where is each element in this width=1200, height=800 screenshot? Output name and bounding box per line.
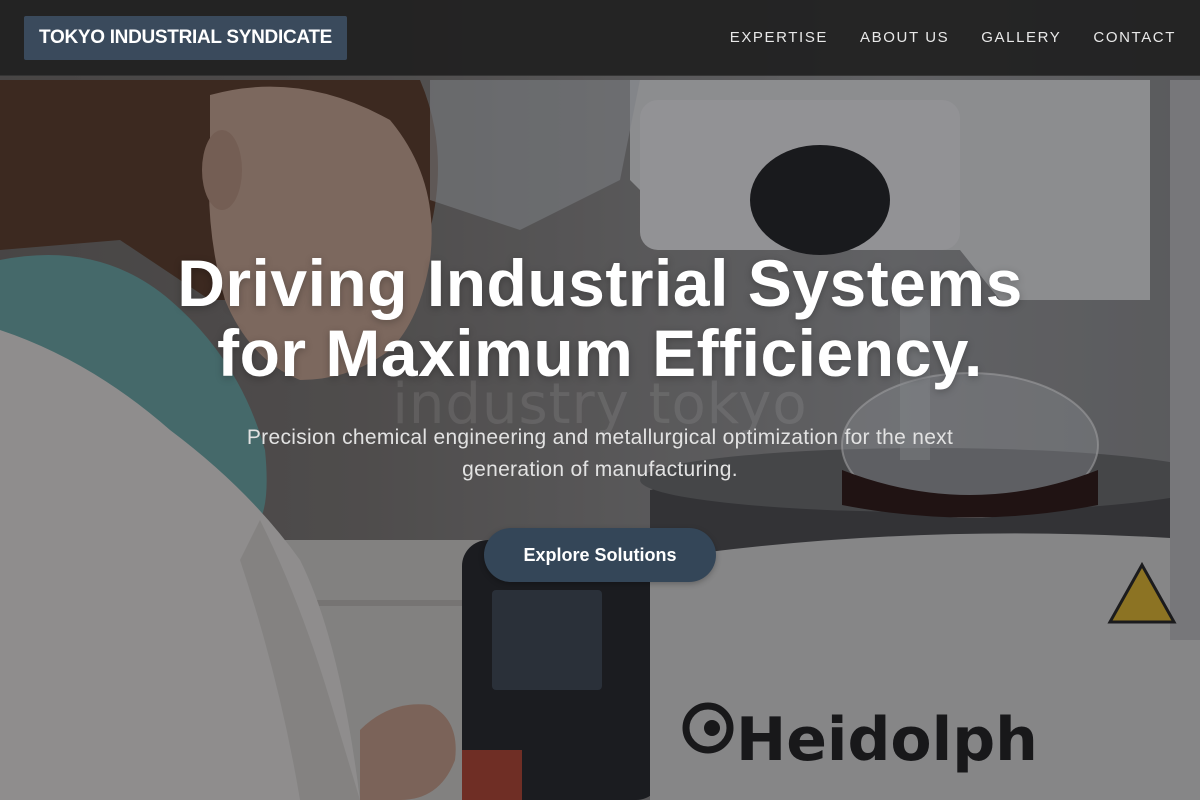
top-navbar: TOKYO INDUSTRIAL SYNDICATE EXPERTISE ABO… [0, 0, 1200, 76]
hero-subtitle: Precision chemical engineering and metal… [246, 426, 954, 481]
nav-link-contact[interactable]: CONTACT [1093, 29, 1176, 46]
hero-title-line-2: for Maximum Efficiency. [217, 316, 983, 390]
brand-logo-link[interactable]: TOKYO INDUSTRIAL SYNDICATE [24, 15, 348, 60]
hero-title-line-1: Driving Industrial Systems [177, 246, 1023, 320]
hero-title: Driving Industrial Systems for Maximum E… [0, 248, 1200, 388]
nav-link-expertise[interactable]: EXPERTISE [730, 29, 828, 46]
nav-links: EXPERTISE ABOUT US GALLERY CONTACT [698, 29, 1176, 46]
explore-solutions-button[interactable]: Explore Solutions [484, 528, 716, 582]
hero-section: Driving Industrial Systems for Maximum E… [0, 248, 1200, 582]
nav-link-gallery[interactable]: GALLERY [981, 29, 1061, 46]
nav-link-about-us[interactable]: ABOUT US [860, 29, 949, 46]
